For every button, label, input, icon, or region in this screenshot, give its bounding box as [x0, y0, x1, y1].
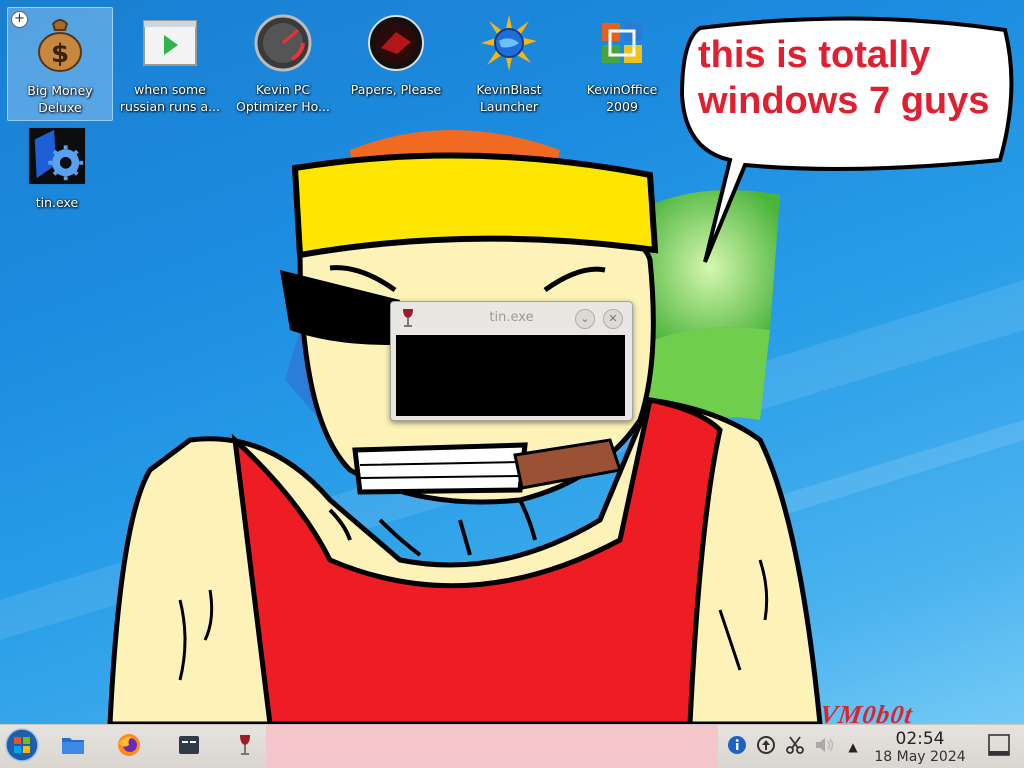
tin-exe-task-button[interactable]: [228, 725, 262, 768]
wine-glass-icon: [238, 734, 252, 760]
close-icon: ✕: [608, 312, 618, 325]
video-play-icon: [140, 13, 200, 73]
office-icon: [592, 13, 652, 73]
desktop-icon-label: KevinOffice 2009: [586, 82, 658, 114]
firefox-icon: [117, 733, 141, 761]
desktop-icon-kevinoffice-2009[interactable]: KevinOffice 2009: [570, 7, 674, 119]
desktop-icon-label: tin.exe: [35, 195, 79, 210]
chevron-down-icon: ⌄: [580, 312, 590, 325]
taskbar: ▲ 02:54 18 May 2024: [0, 724, 1024, 768]
gear-app-icon: [27, 126, 87, 186]
info-icon: [727, 735, 747, 759]
desktop-icon-tin-exe[interactable]: tin.exe: [5, 120, 109, 232]
terminal-button[interactable]: [172, 725, 206, 768]
money-bag-icon: $: [30, 14, 90, 74]
desktop-icon-kevin-pc-optimizer[interactable]: Kevin PC Optimizer Ho...: [231, 7, 335, 119]
window-content: [396, 335, 625, 416]
desktop-icon-label: Big Money Deluxe: [27, 83, 93, 115]
speech-bubble-text: this is totally windows 7 guys: [698, 34, 990, 122]
desktop-icon-kevinblast-launcher[interactable]: KevinBlast Launcher: [457, 7, 561, 119]
speaker-icon: [814, 735, 836, 759]
desktop-icon-label: Papers, Please: [350, 82, 442, 97]
papers-please-icon: [366, 13, 426, 73]
desktop-icon-label: KevinBlast Launcher: [476, 82, 542, 114]
clock-date[interactable]: 18 May 2024: [870, 749, 970, 765]
desktop: this is totally windows 7 guys + $ Big M…: [0, 0, 1024, 768]
desktop-icon-label: when some russian runs a...: [119, 82, 221, 114]
show-desktop-icon: [988, 734, 1010, 760]
desktop-icon-russian-video[interactable]: when some russian runs a...: [118, 7, 222, 119]
speedometer-icon: [253, 13, 313, 73]
file-manager-button[interactable]: [56, 725, 90, 768]
add-icon[interactable]: +: [11, 11, 28, 28]
volume-tray-button[interactable]: [812, 725, 838, 768]
scissors-icon: [785, 735, 805, 759]
close-button[interactable]: ✕: [603, 309, 623, 329]
window-app-icon: [178, 735, 200, 759]
desktop-icon-label: Kevin PC Optimizer Ho...: [236, 82, 330, 114]
start-button[interactable]: [2, 725, 42, 768]
tin-exe-window[interactable]: tin.exe ⌄ ✕: [390, 301, 633, 421]
updates-tray-button[interactable]: [753, 725, 779, 768]
show-hidden-icons-button[interactable]: ▲: [842, 725, 864, 768]
window-titlebar[interactable]: tin.exe ⌄ ✕: [391, 302, 632, 334]
show-desktop-button[interactable]: [984, 725, 1014, 768]
desktop-icon-big-money-deluxe[interactable]: + $ Big Money Deluxe: [7, 7, 113, 121]
minimize-button[interactable]: ⌄: [575, 309, 595, 329]
windows-orb-icon: [5, 728, 39, 766]
task-manager-strip[interactable]: [266, 725, 718, 768]
globe-sun-icon: [479, 13, 539, 73]
folder-icon: [61, 735, 85, 759]
clipboard-tray-button[interactable]: [782, 725, 808, 768]
chevron-up-icon: ▲: [848, 740, 858, 754]
update-icon: [756, 735, 776, 759]
firefox-button[interactable]: [112, 725, 146, 768]
desktop-icon-papers-please[interactable]: Papers, Please: [344, 7, 448, 119]
window-title: tin.exe: [489, 310, 534, 325]
info-tray-button[interactable]: [724, 725, 750, 768]
svg-text:$: $: [51, 39, 69, 69]
clock-time[interactable]: 02:54: [870, 729, 970, 749]
